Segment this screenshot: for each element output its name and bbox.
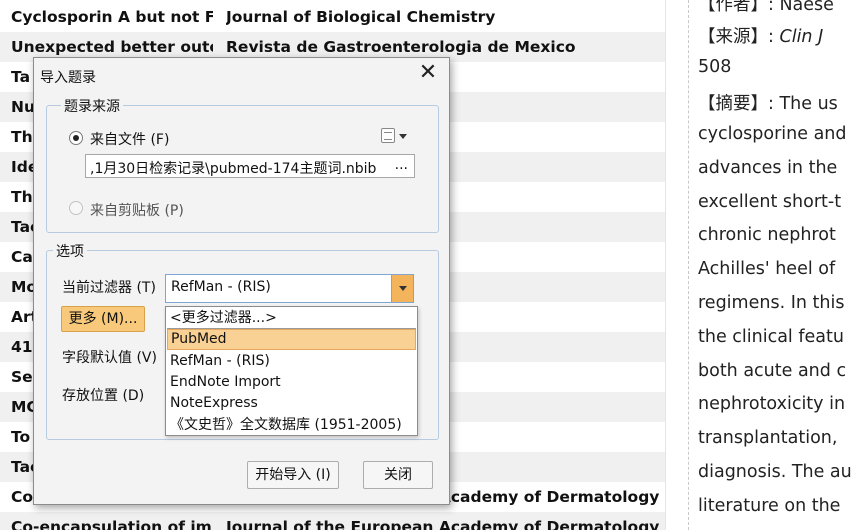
dropdown-item[interactable]: NoteExpress xyxy=(167,393,416,414)
table-row[interactable]: Co-encapsulation of im Journal of the Eur… xyxy=(0,512,665,530)
abstract-label: 【摘要】: The us xyxy=(698,94,838,114)
file-path-value: ,1月30日检索记录\pubmed-174主题词.nbib xyxy=(90,161,377,177)
abstract-line: cyclosporine and xyxy=(698,124,847,144)
abstract-line: both acute and c xyxy=(698,360,847,381)
file-path-input[interactable]: ,1月30日检索记录\pubmed-174主题词.nbib ... xyxy=(85,154,415,178)
dropdown-item[interactable]: RefMan - (RIS) xyxy=(167,351,416,372)
from-clipboard-radio[interactable] xyxy=(69,201,83,215)
close-button[interactable]: 关闭 xyxy=(363,461,433,489)
source-label: 【来源】: xyxy=(698,27,774,47)
more-button[interactable]: 更多 (M)... xyxy=(61,306,145,332)
row-source: Journal of the European Academy of Derma… xyxy=(226,518,662,530)
options-group-label: 选项 xyxy=(53,241,87,261)
dropdown-item[interactable]: <更多过滤器...> xyxy=(167,308,416,329)
browse-button[interactable]: ... xyxy=(395,157,408,173)
pane-splitter[interactable] xyxy=(665,0,689,530)
abstract-line: the clinical featu xyxy=(698,326,844,347)
filter-select[interactable]: RefMan - (RIS) xyxy=(165,274,414,303)
row-source: Revista de Gastroenterologia de Mexico xyxy=(226,38,576,56)
row-title: Unexpected better outc xyxy=(11,38,213,56)
filter-dropdown-list: <更多过滤器...> PubMed RefMan - (RIS) EndNote Im… xyxy=(165,306,418,436)
table-row[interactable]: Cyclosporin A but not F. Journal of Biolo… xyxy=(0,2,665,32)
location-label[interactable]: 存放位置 (D) xyxy=(62,385,144,405)
row-title: Cyclosporin A but not F. xyxy=(11,8,213,26)
abstract-line: literature on the xyxy=(698,495,841,516)
row-title: Co-encapsulation of im xyxy=(11,518,212,530)
author-line: 【作者】: Naese xyxy=(698,0,834,15)
source-line: 【来源】: Clin J xyxy=(698,23,823,48)
from-clipboard-label[interactable]: 来自剪贴板 (P) xyxy=(90,200,184,220)
row-source: Journal of Biological Chemistry xyxy=(226,8,496,26)
source-value: Clin J xyxy=(779,27,824,47)
file-options-icon[interactable] xyxy=(381,128,395,143)
source-group-label: 题录来源 xyxy=(61,96,123,116)
from-file-radio[interactable] xyxy=(69,131,83,145)
pages-line: 508 xyxy=(698,57,732,77)
close-icon[interactable]: ✕ xyxy=(415,60,441,86)
abstract-line: regimens. In this xyxy=(698,293,845,313)
dropdown-item[interactable]: PubMed xyxy=(167,329,416,351)
start-import-button[interactable]: 开始导入 (I) xyxy=(247,461,339,489)
abstract-line: transplantation, xyxy=(698,428,838,449)
abstract-line: diagnosis. The au xyxy=(698,462,852,482)
filter-label: 当前过滤器 (T) xyxy=(62,280,156,296)
filter-value: RefMan - (RIS) xyxy=(171,279,271,295)
abstract-line: advances in the xyxy=(698,157,838,178)
abstract-line: Achilles' heel of xyxy=(698,259,836,280)
dropdown-item[interactable]: EndNote Import xyxy=(167,372,416,393)
from-file-label[interactable]: 来自文件 (F) xyxy=(90,129,169,149)
dropdown-item[interactable]: 《文史哲》全文数据库 (1951-2005) xyxy=(167,415,416,436)
chevron-down-icon[interactable] xyxy=(399,134,407,139)
abstract-line: excellent short-t xyxy=(698,191,842,212)
dialog-title: 导入题录 xyxy=(40,70,96,86)
splitter-dash xyxy=(688,0,689,530)
abstract-line: nephrotoxicity in xyxy=(698,394,846,415)
abstract-line: chronic nephrot xyxy=(698,225,836,246)
dropdown-arrow-icon[interactable] xyxy=(391,275,413,302)
field-default-label[interactable]: 字段默认值 (V) xyxy=(62,347,157,367)
import-dialog: 导入题录 ✕ 题录来源 来自文件 (F) ,1月30日检索记录\pubmed-1… xyxy=(33,57,450,505)
detail-pane: 【作者】: Naese 【来源】: Clin J 508 【摘要】: The u… xyxy=(690,0,853,530)
